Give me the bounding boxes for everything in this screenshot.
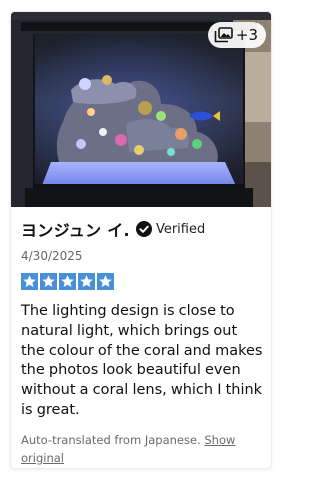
author-row: ヨンジュン イ. Verified [21,218,265,240]
check-circle-icon [135,221,152,237]
verified-label: Verified [155,221,206,237]
star-icon [40,273,57,290]
review-date: 4/30/2025 [21,249,83,263]
photo-stack-icon [214,27,233,43]
translation-note: Auto-translated from Japanese. Show orig… [21,431,265,467]
star-rating [21,273,265,290]
translation-note-text: Auto-translated from Japanese. [21,432,201,447]
star-icon [78,273,95,290]
star-icon [97,273,114,290]
star-icon [21,273,38,290]
more-photos-count: +3 [235,26,258,44]
review-body: ヨンジュン イ. Verified 4/30/2025 The lighting… [21,207,265,467]
author-name: ヨンジュン イ. [21,221,130,240]
review-card: +3 ヨンジュン イ. Verified 4/30/2025 The light… [11,12,271,468]
more-photos-badge[interactable]: +3 [207,22,266,48]
review-text: The lighting design is close to natural … [21,303,263,418]
review-photo[interactable]: +3 [11,12,271,207]
star-icon [59,273,76,290]
